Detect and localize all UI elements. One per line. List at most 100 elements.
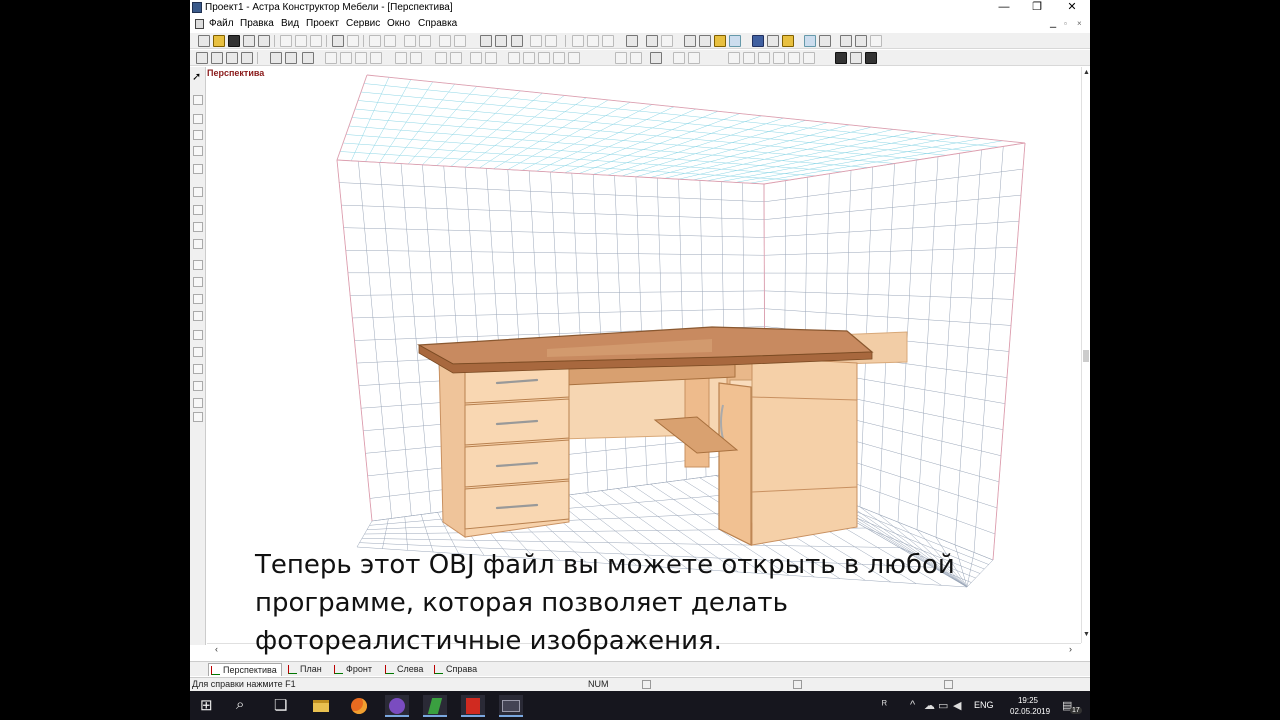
tab-plan[interactable]: План	[286, 663, 322, 676]
restore-button[interactable]: ❐	[1023, 0, 1051, 16]
box3-icon[interactable]	[714, 35, 726, 47]
menu-help[interactable]: Справка	[418, 18, 457, 29]
undo-icon[interactable]	[332, 35, 344, 47]
mdi-minimize-icon[interactable]: ▁	[1050, 19, 1056, 28]
menu-view[interactable]: Вид	[281, 18, 299, 29]
scroll-left-icon[interactable]: ‹	[215, 644, 218, 654]
rotate-view-icon[interactable]	[626, 35, 638, 47]
menu-window[interactable]: Окно	[387, 18, 410, 29]
tool-l-icon[interactable]	[523, 52, 535, 64]
tool-5-icon[interactable]	[193, 260, 203, 270]
close-button[interactable]: ✕	[1058, 0, 1086, 16]
measure-icon[interactable]	[495, 35, 507, 47]
corner-desk[interactable]	[416, 326, 908, 546]
scroll-right-icon[interactable]: ›	[1069, 644, 1072, 654]
new-file-icon[interactable]	[198, 35, 210, 47]
people-icon[interactable]: ᴿ	[882, 699, 887, 711]
viber-icon[interactable]	[385, 695, 409, 717]
tool-3-icon[interactable]	[193, 222, 203, 232]
box2-icon[interactable]	[699, 35, 711, 47]
texture2-icon[interactable]	[850, 52, 862, 64]
tool-7-icon[interactable]	[193, 294, 203, 304]
sphere-icon[interactable]	[241, 52, 253, 64]
cylinder-icon[interactable]	[211, 52, 223, 64]
redo-icon[interactable]	[347, 35, 359, 47]
edit-panel-icon[interactable]	[270, 52, 282, 64]
paste-icon[interactable]	[310, 35, 322, 47]
copy-icon[interactable]	[295, 35, 307, 47]
tool-10-icon[interactable]	[193, 347, 203, 357]
grid-icon[interactable]	[530, 35, 542, 47]
zoom-icon[interactable]	[572, 35, 584, 47]
tool-9-icon[interactable]	[193, 330, 203, 340]
pdf-app-icon[interactable]	[461, 695, 485, 717]
sum-icon[interactable]	[511, 35, 523, 47]
snap-icon[interactable]	[804, 35, 816, 47]
cancel-icon[interactable]	[661, 35, 673, 47]
tool-4-icon[interactable]	[193, 239, 203, 249]
zoom-out-icon[interactable]	[602, 35, 614, 47]
tool-6-icon[interactable]	[193, 277, 203, 287]
tool-w-icon[interactable]	[758, 52, 770, 64]
snap2-icon[interactable]	[819, 35, 831, 47]
volume-icon[interactable]: ◀	[953, 699, 961, 712]
cloud-icon[interactable]: ☁	[924, 699, 935, 712]
tool-q-icon[interactable]	[630, 52, 642, 64]
tool-i-icon[interactable]	[470, 52, 482, 64]
tool-1-icon[interactable]	[193, 187, 203, 197]
cube-icon[interactable]	[196, 52, 208, 64]
tool-g-icon[interactable]	[435, 52, 447, 64]
box-icon[interactable]	[684, 35, 696, 47]
align-icon[interactable]	[840, 35, 852, 47]
minimize-button[interactable]: —	[990, 0, 1018, 16]
scroll-thumb[interactable]	[1083, 350, 1089, 362]
tab-left[interactable]: Слева	[383, 663, 423, 676]
tool-13-icon[interactable]	[193, 398, 203, 408]
tool-t-icon[interactable]	[688, 52, 700, 64]
zoom-in-icon[interactable]	[587, 35, 599, 47]
tool-11-icon[interactable]	[193, 364, 203, 374]
tab-perspective[interactable]: Перспектива	[208, 663, 282, 676]
clock[interactable]: 19:25 02.05.2019	[1010, 695, 1050, 717]
tool-v-icon[interactable]	[743, 52, 755, 64]
rect-tool-icon[interactable]	[193, 114, 203, 124]
tab-right[interactable]: Справа	[432, 663, 477, 676]
square-tool-icon[interactable]	[193, 130, 203, 140]
tool-c-icon[interactable]	[355, 52, 367, 64]
menu-project[interactable]: Проект	[306, 18, 339, 29]
tool-d-icon[interactable]	[370, 52, 382, 64]
tool-b-icon[interactable]	[340, 52, 352, 64]
edit-panel3-icon[interactable]	[302, 52, 314, 64]
print-preview-icon[interactable]	[258, 35, 270, 47]
panel2-icon[interactable]	[384, 35, 396, 47]
file-explorer-icon[interactable]	[309, 695, 333, 717]
language-indicator[interactable]: ENG	[974, 700, 994, 710]
terminal-app-icon[interactable]	[499, 695, 523, 717]
cut-icon[interactable]	[280, 35, 292, 47]
menu-file[interactable]: Файл	[209, 18, 234, 29]
move2-icon[interactable]	[419, 35, 431, 47]
tool-s-icon[interactable]	[673, 52, 685, 64]
cone-icon[interactable]	[226, 52, 238, 64]
task-view-icon[interactable]: ❏	[274, 696, 287, 714]
align2-icon[interactable]	[855, 35, 867, 47]
tool-h-icon[interactable]	[450, 52, 462, 64]
circle-tool-icon[interactable]	[193, 146, 203, 156]
scroll-down-icon[interactable]: ▼	[1083, 631, 1090, 638]
box4-icon[interactable]	[729, 35, 741, 47]
mdi-close-icon[interactable]: ×	[1077, 19, 1082, 28]
tool-k-icon[interactable]	[508, 52, 520, 64]
windows-start-icon[interactable]: ⊞	[200, 696, 213, 714]
tool-e-icon[interactable]	[395, 52, 407, 64]
tool-u-icon[interactable]	[728, 52, 740, 64]
document-icon[interactable]	[195, 19, 204, 29]
delete-tool-icon[interactable]	[193, 164, 203, 174]
move-icon[interactable]	[404, 35, 416, 47]
tool-j-icon[interactable]	[485, 52, 497, 64]
astra-app-icon[interactable]	[423, 695, 447, 717]
tool-o-icon[interactable]	[568, 52, 580, 64]
render-icon[interactable]	[752, 35, 764, 47]
panel-icon[interactable]	[369, 35, 381, 47]
menu-service[interactable]: Сервис	[346, 18, 380, 29]
network-icon[interactable]: ▭	[938, 699, 948, 712]
